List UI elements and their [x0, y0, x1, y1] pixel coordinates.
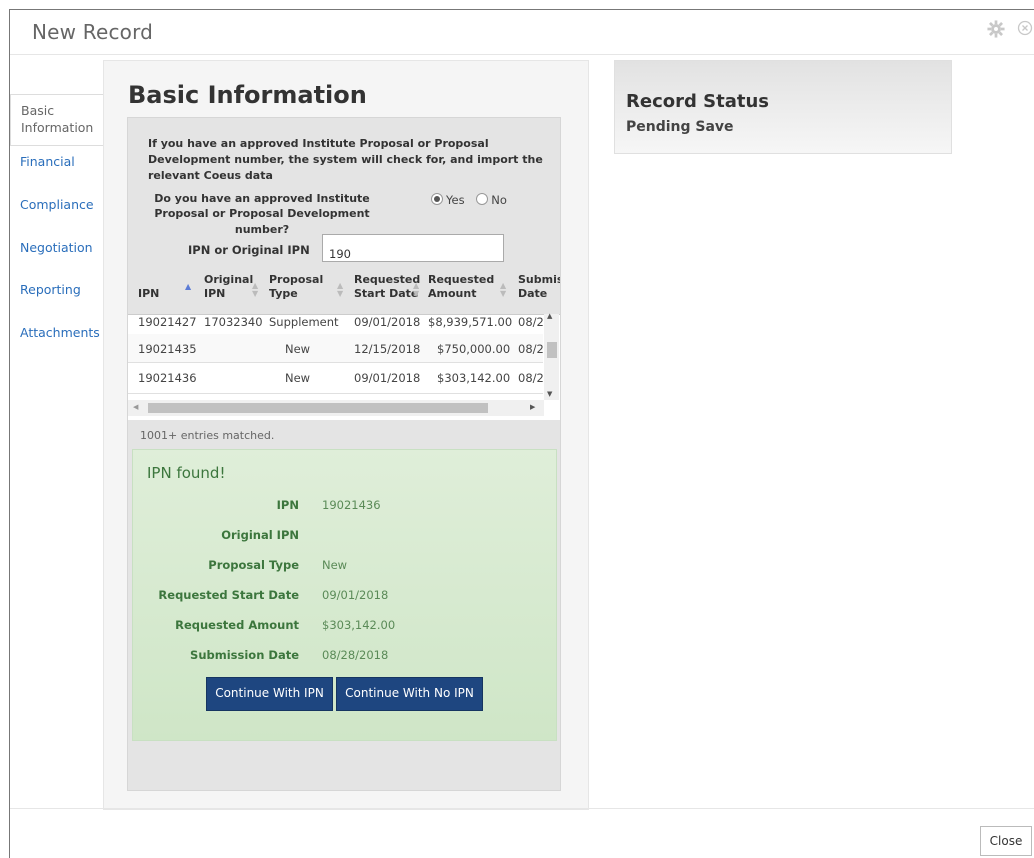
- intro-text: If you have an approved Institute Propos…: [148, 137, 543, 182]
- record-status-heading: Record Status: [626, 91, 769, 112]
- table-row[interactable]: 19021435 New 12/15/2018 $750,000.00 08/2: [128, 334, 544, 363]
- scroll-up-icon[interactable]: ▲: [547, 312, 552, 320]
- col-submission-date[interactable]: Submis Date: [518, 273, 560, 302]
- entries-matched-text: 1001+ entries matched.: [140, 429, 275, 442]
- continue-with-no-ipn-button[interactable]: Continue With No IPN: [336, 677, 483, 711]
- radio-yes[interactable]: Yes: [431, 193, 465, 207]
- vertical-scroll-thumb[interactable]: [547, 342, 557, 358]
- table-row[interactable]: 19021436 New 09/01/2018 $303,142.00 08/2: [128, 363, 544, 394]
- gear-icon[interactable]: [987, 20, 1005, 38]
- modal-window: New Record Basic Information Financial C: [9, 9, 1034, 858]
- scroll-left-icon[interactable]: ◀: [133, 403, 138, 411]
- sort-icon[interactable]: ▲ ▼: [337, 282, 343, 298]
- sort-icon[interactable]: ▲ ▼: [413, 282, 419, 298]
- col-original-ipn[interactable]: Original IPN: [204, 273, 253, 302]
- vertical-scrollbar[interactable]: ▲ ▼: [544, 312, 559, 400]
- close-icon[interactable]: [1017, 20, 1033, 36]
- sort-icon[interactable]: ▲ ▼: [500, 282, 506, 298]
- radio-yes-circle[interactable]: [431, 193, 443, 205]
- continue-with-ipn-button[interactable]: Continue With IPN: [206, 677, 333, 711]
- col-ipn[interactable]: IPN: [138, 273, 159, 301]
- sort-icon[interactable]: ▲ ▼: [252, 282, 258, 298]
- sidebar-item-attachments[interactable]: Attachments: [10, 319, 102, 348]
- ipn-lookup-box: If you have an approved Institute Propos…: [127, 117, 561, 791]
- ipn-input[interactable]: 190: [322, 234, 504, 262]
- record-status-value: Pending Save: [626, 119, 734, 135]
- scroll-down-icon[interactable]: ▼: [547, 390, 552, 398]
- sidebar-item-negotiation[interactable]: Negotiation: [10, 234, 102, 263]
- table-header: IPN ▲ Original IPN ▲ ▼ Proposal Type ▲ ▼ Req…: [128, 270, 560, 315]
- horizontal-scrollbar[interactable]: ◀ ▶: [128, 400, 544, 416]
- sidebar-item-basic-information[interactable]: Basic Information: [10, 94, 103, 146]
- ipn-question: Do you have an approved Institute Propos…: [154, 192, 370, 236]
- radio-no[interactable]: No: [476, 193, 507, 207]
- radio-no-circle[interactable]: [476, 193, 489, 205]
- sidebar-item-compliance[interactable]: Compliance: [10, 191, 102, 220]
- window-title: New Record: [32, 20, 154, 44]
- ipn-found-alert: IPN found! IPN 19021436 Original IPN Prop…: [132, 449, 557, 741]
- ipn-field-label: IPN or Original IPN: [188, 243, 310, 257]
- col-requested-amount[interactable]: Requested Amount: [428, 273, 494, 302]
- close-button[interactable]: Close: [980, 826, 1032, 856]
- radio-yes-label[interactable]: Yes: [446, 193, 465, 207]
- col-proposal-type[interactable]: Proposal Type: [269, 273, 323, 302]
- ipn-radio-group: Yes No: [431, 193, 507, 207]
- page-title: Basic Information: [128, 81, 367, 109]
- col-requested-start-date[interactable]: Requested Start Date: [354, 273, 420, 302]
- sidebar-item-reporting[interactable]: Reporting: [10, 276, 102, 305]
- scroll-right-icon[interactable]: ▶: [530, 403, 535, 411]
- sort-asc-icon[interactable]: ▲: [185, 283, 191, 291]
- ipn-results-table: IPN ▲ Original IPN ▲ ▼ Proposal Type ▲ ▼ Req…: [128, 270, 560, 420]
- radio-no-label[interactable]: No: [491, 193, 507, 207]
- section-nav: Basic Information Financial Compliance N…: [10, 94, 103, 348]
- sidebar-item-financial[interactable]: Financial: [10, 148, 102, 177]
- record-status-panel: Record Status Pending Save: [614, 60, 952, 154]
- basic-information-panel: Basic Information If you have an approve…: [103, 60, 589, 810]
- horizontal-scroll-thumb[interactable]: [148, 403, 488, 413]
- title-bar: New Record: [10, 10, 1034, 55]
- footer-divider: [10, 808, 1034, 809]
- ipn-found-heading: IPN found!: [147, 464, 226, 482]
